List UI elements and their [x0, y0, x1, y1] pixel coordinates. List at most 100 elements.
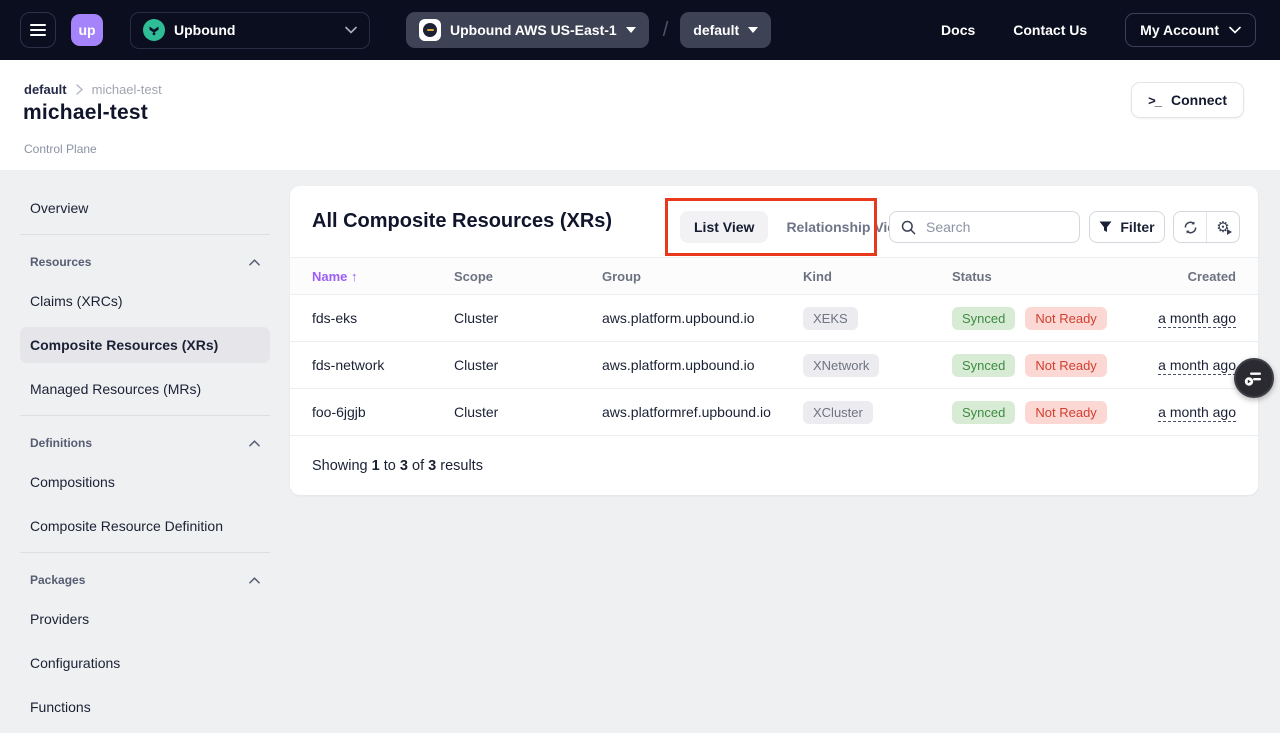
sidebar-item-claims[interactable]: Claims (XRCs) [20, 283, 270, 319]
search-input[interactable] [924, 218, 1058, 236]
cell-status: Synced Not Ready [952, 354, 1112, 377]
chevron-up-icon [249, 438, 260, 449]
section-title: All Composite Resources (XRs) [312, 210, 612, 233]
sidebar-item-providers[interactable]: Providers [20, 601, 270, 637]
cell-status: Synced Not Ready [952, 307, 1112, 330]
relative-time[interactable]: a month ago [1158, 310, 1236, 328]
control-plane-icon [419, 19, 441, 41]
floating-widget-button[interactable] [1234, 358, 1274, 398]
sidebar-item-compositions[interactable]: Compositions [20, 464, 270, 500]
cell-name: fds-eks [312, 310, 454, 326]
search-icon [901, 220, 916, 235]
contact-us-link[interactable]: Contact Us [1013, 22, 1087, 38]
sidebar: Overview Resources Claims (XRCs) Composi… [20, 190, 270, 733]
path-separator: / [663, 19, 669, 42]
view-tabs: List View Relationship View [680, 211, 924, 243]
table-header-row: Name ↑ Scope Group Kind Status Created [290, 257, 1258, 295]
status-badge-not-ready: Not Ready [1025, 401, 1106, 424]
cell-kind: XCluster [803, 401, 952, 424]
column-header-kind[interactable]: Kind [803, 269, 952, 284]
sidebar-section-resources[interactable]: Resources [20, 245, 270, 279]
organization-selector[interactable]: Upbound [130, 12, 370, 49]
column-header-created[interactable]: Created [1112, 269, 1236, 284]
cell-kind: XNetwork [803, 354, 952, 377]
refresh-button[interactable] [1174, 212, 1206, 242]
sidebar-item-xrd[interactable]: Composite Resource Definition [20, 508, 270, 544]
column-header-name[interactable]: Name ↑ [312, 269, 454, 284]
sidebar-divider [20, 552, 270, 553]
sidebar-section-definitions[interactable]: Definitions [20, 426, 270, 460]
chevron-down-icon [345, 26, 357, 34]
sidebar-item-overview[interactable]: Overview [20, 190, 270, 226]
search-box[interactable] [889, 211, 1080, 243]
status-badge-synced: Synced [952, 354, 1015, 377]
hamburger-menu-button[interactable] [20, 12, 56, 48]
caret-down-icon [626, 27, 636, 33]
sort-ascending-icon: ↑ [351, 269, 358, 284]
cell-group: aws.platform.upbound.io [602, 357, 803, 373]
kind-badge: XEKS [803, 307, 858, 330]
hamburger-icon [30, 24, 46, 26]
cell-kind: XEKS [803, 307, 952, 330]
chevron-down-icon [1229, 26, 1241, 34]
table-row[interactable]: fds-eks Cluster aws.platform.upbound.io … [290, 295, 1258, 342]
column-header-scope[interactable]: Scope [454, 269, 602, 284]
chevron-up-icon [249, 575, 260, 586]
list-widget-icon [1242, 366, 1266, 390]
organization-avatar-icon [143, 19, 165, 41]
sidebar-divider [20, 234, 270, 235]
kind-badge: XNetwork [803, 354, 879, 377]
status-badge-synced: Synced [952, 307, 1015, 330]
table-row[interactable]: fds-network Cluster aws.platform.upbound… [290, 342, 1258, 389]
column-header-status[interactable]: Status [952, 269, 1112, 284]
terminal-icon: >_ [1148, 93, 1161, 108]
sidebar-divider [20, 415, 270, 416]
my-account-menu[interactable]: My Account [1125, 13, 1256, 47]
cell-group: aws.platform.upbound.io [602, 310, 803, 326]
cell-group: aws.platformref.upbound.io [602, 404, 803, 420]
cell-scope: Cluster [454, 404, 602, 420]
cell-status: Synced Not Ready [952, 401, 1112, 424]
page-header: default michael-test michael-test Contro… [0, 60, 1280, 170]
relative-time[interactable]: a month ago [1158, 404, 1236, 422]
main-content-card: All Composite Resources (XRs) List View … [290, 186, 1258, 495]
sidebar-item-managed-resources[interactable]: Managed Resources (MRs) [20, 371, 270, 407]
kind-badge: XCluster [803, 401, 873, 424]
docs-link[interactable]: Docs [941, 22, 975, 38]
nav-right-links: Docs Contact Us My Account [941, 13, 1256, 47]
status-badge-not-ready: Not Ready [1025, 354, 1106, 377]
card-header: All Composite Resources (XRs) List View … [290, 186, 1258, 257]
table-actions: ⚙ [1173, 211, 1240, 243]
top-nav: up Upbound Upbound AWS US-East-1 / defau… [0, 0, 1280, 60]
cell-name: foo-6jgjb [312, 404, 454, 420]
page-subtitle: Control Plane [24, 142, 97, 156]
breadcrumb-current: michael-test [92, 82, 162, 97]
connect-button[interactable]: >_ Connect [1131, 82, 1244, 118]
breadcrumb-chevron-icon [76, 84, 83, 95]
organization-name: Upbound [174, 22, 235, 38]
filter-button[interactable]: Filter [1089, 211, 1165, 243]
cell-created: a month ago [1112, 357, 1236, 373]
table-row[interactable]: foo-6jgjb Cluster aws.platformref.upboun… [290, 389, 1258, 436]
page-title: michael-test [23, 101, 148, 125]
cell-scope: Cluster [454, 310, 602, 326]
auto-refresh-settings-button[interactable]: ⚙ [1206, 212, 1239, 242]
tab-list-view[interactable]: List View [680, 211, 768, 243]
play-icon [1227, 229, 1232, 235]
cell-name: fds-network [312, 357, 454, 373]
control-plane-selector[interactable]: Upbound AWS US-East-1 [406, 12, 649, 48]
cell-scope: Cluster [454, 357, 602, 373]
group-selector[interactable]: default [680, 12, 771, 48]
sidebar-item-configurations[interactable]: Configurations [20, 645, 270, 681]
relative-time[interactable]: a month ago [1158, 357, 1236, 375]
status-badge-not-ready: Not Ready [1025, 307, 1106, 330]
upbound-logo[interactable]: up [71, 14, 103, 46]
sidebar-section-packages[interactable]: Packages [20, 563, 270, 597]
cell-created: a month ago [1112, 404, 1236, 420]
breadcrumb: default michael-test [24, 82, 162, 97]
breadcrumb-root[interactable]: default [24, 82, 67, 97]
column-header-group[interactable]: Group [602, 269, 803, 284]
sidebar-item-composite-resources[interactable]: Composite Resources (XRs) [20, 327, 270, 363]
caret-down-icon [748, 27, 758, 33]
filter-funnel-icon [1099, 221, 1112, 233]
